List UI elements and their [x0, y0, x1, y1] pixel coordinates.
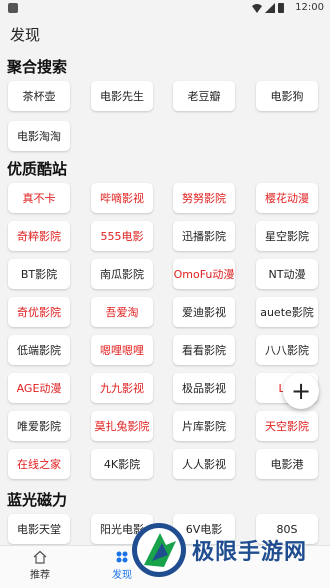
battery-icon [278, 3, 284, 13]
add-button[interactable]: + [283, 373, 319, 409]
site-chip-quality-4[interactable]: 奇粹影院 [8, 221, 70, 251]
site-chip-quality-6[interactable]: 迅播影院 [173, 221, 235, 251]
site-chip-aggregate-0[interactable]: 茶杯壶 [8, 81, 70, 111]
site-chip-quality-28[interactable]: 在线之家 [8, 449, 70, 479]
site-chip-aggregate-3[interactable]: 电影狗 [256, 81, 318, 111]
site-chip-quality-2[interactable]: 努努影院 [173, 183, 235, 213]
nav-item-recommend-label: 推荐 [30, 570, 50, 581]
app-bar: 发现 [0, 16, 330, 48]
site-chip-quality-20[interactable]: AGE动漫 [8, 373, 70, 403]
site-chip-quality-5[interactable]: 555电影 [91, 221, 153, 251]
site-chip-quality-17[interactable]: 嗯哩嗯哩 [91, 335, 153, 365]
site-chip-quality-18[interactable]: 看看影院 [173, 335, 235, 365]
site-chip-quality-19[interactable]: 八八影院 [256, 335, 318, 365]
site-chip-quality-16[interactable]: 低端影院 [8, 335, 70, 365]
section-title-bluray: 蓝光磁力 [7, 491, 68, 509]
site-chip-quality-14[interactable]: 爱迪影视 [173, 297, 235, 327]
site-chip-quality-26[interactable]: 片库影院 [173, 411, 235, 441]
watermark: 极限手游网 [130, 513, 330, 587]
page-title: 发现 [10, 26, 41, 44]
site-chip-aggregate-4[interactable]: 电影淘淘 [8, 121, 70, 151]
status-bar: 12:00 [0, 0, 330, 16]
section-title-aggregate: 聚合搜索 [7, 58, 68, 76]
site-chip-quality-30[interactable]: 人人影视 [173, 449, 235, 479]
site-chip-aggregate-2[interactable]: 老豆瓣 [173, 81, 235, 111]
site-chip-quality-25[interactable]: 莫扎兔影院 [91, 411, 153, 441]
site-chip-quality-8[interactable]: BT影院 [8, 259, 70, 289]
site-chip-quality-0[interactable]: 真不卡 [8, 183, 70, 213]
app-notification-icon [8, 3, 18, 13]
discover-icon [116, 551, 128, 563]
site-chip-quality-15[interactable]: auete影院 [256, 297, 318, 327]
site-chip-quality-9[interactable]: 南瓜影院 [91, 259, 153, 289]
status-icons [252, 3, 284, 13]
site-chip-bluray-0[interactable]: 电影天堂 [8, 514, 70, 544]
home-icon [33, 550, 47, 564]
site-chip-quality-12[interactable]: 奇优影院 [8, 297, 70, 327]
signal-icon [265, 3, 275, 13]
site-chip-quality-31[interactable]: 电影港 [256, 449, 318, 479]
status-time: 12:00 [295, 2, 324, 13]
site-chip-quality-22[interactable]: 极品影视 [173, 373, 235, 403]
site-chip-quality-24[interactable]: 唯爱影院 [8, 411, 70, 441]
site-chip-quality-29[interactable]: 4K影院 [91, 449, 153, 479]
site-chip-quality-11[interactable]: NT动漫 [256, 259, 318, 289]
site-chip-quality-21[interactable]: 九九影视 [91, 373, 153, 403]
nav-item-recommend[interactable]: 推荐 [10, 550, 70, 581]
site-chip-aggregate-1[interactable]: 电影先生 [91, 81, 153, 111]
site-chip-quality-10[interactable]: OmoFu动漫 [173, 259, 235, 289]
nav-item-discover-label: 发现 [112, 570, 132, 581]
site-chip-quality-1[interactable]: 哔嘀影视 [91, 183, 153, 213]
site-chip-quality-7[interactable]: 星空影院 [256, 221, 318, 251]
watermark-text: 极限手游网 [192, 540, 308, 565]
discover-content[interactable]: 聚合搜索 茶杯壶 电影先生 老豆瓣 电影狗电影淘淘 优质酷站 真不卡 哔嘀影视 努努影院樱… [0, 48, 330, 545]
site-chip-quality-3[interactable]: 樱花动漫 [256, 183, 318, 213]
watermark-logo-icon [132, 523, 186, 577]
wifi-icon [252, 4, 262, 13]
site-chip-quality-13[interactable]: 吾爱淘 [91, 297, 153, 327]
site-chip-quality-27[interactable]: 天空影院 [256, 411, 318, 441]
section-title-quality: 优质酷站 [7, 160, 68, 178]
